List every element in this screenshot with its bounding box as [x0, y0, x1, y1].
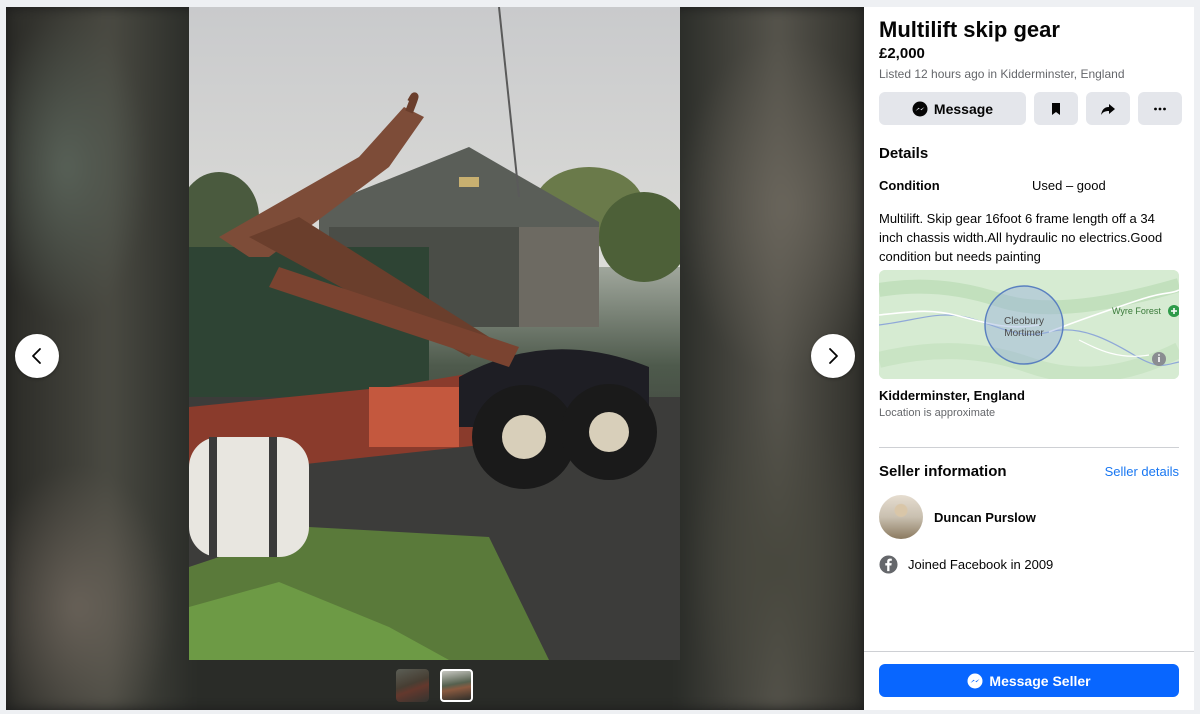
messenger-icon — [912, 101, 928, 116]
message-button-label: Message — [933, 100, 994, 117]
messenger-icon — [967, 673, 983, 688]
message-button[interactable]: Message — [879, 92, 1026, 125]
condition-label: Condition — [879, 178, 940, 193]
previous-photo-button[interactable] — [15, 334, 59, 378]
chevron-left-icon — [32, 348, 41, 364]
condition-value: Used – good — [1032, 178, 1106, 193]
seller-details-link[interactable]: Seller details — [1105, 464, 1179, 479]
save-button[interactable] — [1034, 92, 1078, 125]
more-options-button[interactable] — [1138, 92, 1182, 125]
details-heading: Details — [879, 145, 929, 162]
listing-info-panel: Multilift skip gear £2,000 Listed 12 hou… — [864, 7, 1194, 710]
seller-name[interactable]: Duncan Purslow — [934, 510, 1036, 525]
map-label-town: Cleobury — [1004, 316, 1044, 327]
listing-photo — [189, 7, 680, 660]
map-label-poi: Wyre Forest — [1112, 306, 1161, 316]
thumbnail-strip — [396, 669, 473, 702]
map-info-icon[interactable] — [1152, 352, 1166, 366]
next-photo-button[interactable] — [811, 334, 855, 378]
seller-heading: Seller information — [879, 463, 1007, 480]
message-seller-button[interactable]: Message Seller — [879, 664, 1179, 697]
media-viewer — [6, 7, 864, 710]
footer-divider — [864, 651, 1194, 652]
action-bar: Message — [879, 92, 1182, 125]
thumbnail-1[interactable] — [396, 669, 429, 702]
seller-joined: Joined Facebook in 2009 — [879, 555, 1053, 574]
facebook-icon — [879, 555, 898, 574]
listing-description: Multilift. Skip gear 16foot 6 frame leng… — [879, 211, 1163, 264]
location-name: Kidderminster, England — [879, 388, 1025, 403]
location-note: Location is approximate — [879, 407, 996, 419]
chevron-right-icon — [829, 348, 838, 364]
avatar[interactable] — [879, 495, 923, 539]
listing-meta: Listed 12 hours ago in Kidderminster, En… — [879, 67, 1125, 81]
map-label-town-2: Mortimer — [1004, 328, 1044, 339]
location-map[interactable]: Cleobury Mortimer Wyre Forest — [879, 270, 1179, 379]
marketplace-listing-view: Multilift skip gear £2,000 Listed 12 hou… — [6, 7, 1194, 710]
more-icon — [1154, 107, 1166, 110]
listing-price: £2,000 — [879, 45, 925, 62]
bookmark-icon — [1052, 102, 1060, 115]
message-seller-label: Message Seller — [989, 672, 1091, 689]
section-divider — [879, 447, 1179, 448]
listing-title: Multilift skip gear — [879, 17, 1060, 42]
joined-text: Joined Facebook in 2009 — [908, 557, 1054, 572]
share-icon — [1101, 103, 1115, 115]
thumbnail-2-selected[interactable] — [440, 669, 473, 702]
share-button[interactable] — [1086, 92, 1130, 125]
